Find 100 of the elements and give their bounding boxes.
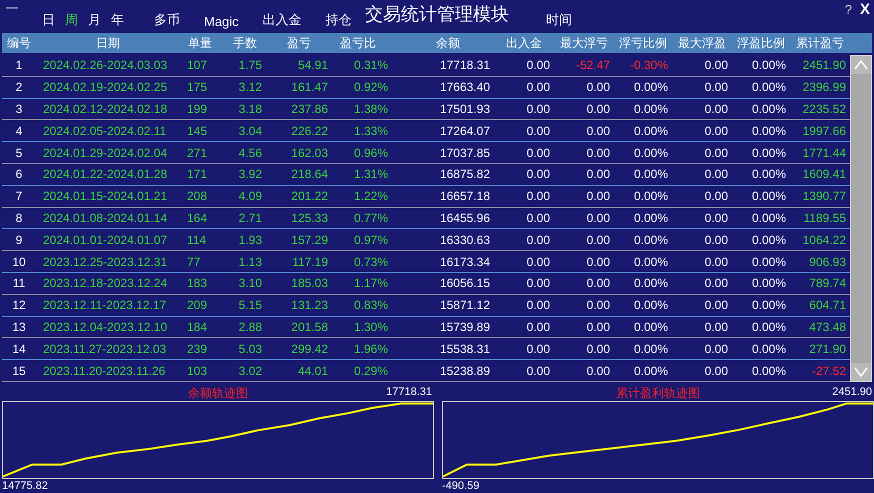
period-tab[interactable]: 周: [65, 11, 78, 29]
table-cell-text: 15871.12: [438, 298, 491, 312]
menu-item[interactable]: Magic: [204, 14, 239, 29]
table-cell-text: 0.00%: [632, 124, 669, 138]
table-cell-text: 218.64: [290, 167, 329, 182]
table-cell-text: 3.10: [238, 276, 263, 290]
table-cell-text: 0.00: [586, 167, 611, 182]
table-cell-text: 0.00: [586, 232, 611, 247]
table-cell-text: 237.86: [290, 102, 329, 116]
column-header: 手数: [232, 34, 258, 52]
chart-title: 余额轨迹图: [188, 386, 248, 400]
menu-item[interactable]: 出入金: [262, 11, 302, 29]
table-cell-text: 0.00: [704, 80, 729, 94]
table-cell-text: 0.00%: [632, 276, 669, 290]
table-cell-text: 0.00: [526, 298, 551, 312]
period-tab[interactable]: 月: [88, 11, 101, 29]
max-value-label: 2451.90: [832, 386, 872, 398]
column-header: 浮盈比例: [736, 34, 786, 52]
table-cell-text: 0.00%: [632, 320, 669, 334]
table-cell-text: 5.15: [238, 298, 263, 312]
table-cell-text: 3: [14, 102, 24, 116]
table-cell-text: 0.00: [526, 342, 551, 356]
help-button[interactable]: ?: [844, 2, 852, 17]
table-cell-text: 114: [186, 232, 208, 247]
table-cell-text: 2023.11.20-2023.11.26: [42, 364, 166, 378]
table-cell-text: 0.00%: [750, 102, 787, 116]
scrollbar[interactable]: [850, 55, 872, 382]
table-cell-text: 17663.40: [438, 80, 491, 94]
table-cell-text: 164: [186, 210, 208, 225]
table-cell-text: 0.00: [704, 276, 729, 290]
table-cell-text: 0.00: [704, 58, 729, 72]
minimize-button[interactable]: —: [6, 0, 18, 14]
table-cell-text: 2235.52: [802, 102, 847, 116]
table-cell-text: 1.93: [238, 232, 263, 247]
table-cell-text: 0.00: [704, 102, 729, 116]
column-header: 日期: [95, 34, 121, 52]
table-cell-text: 1.30%: [353, 320, 390, 334]
table-cell-text: 789.74: [808, 276, 847, 290]
table-cell-text: 0.00: [704, 124, 729, 138]
table-cell-text: 473.48: [808, 320, 847, 334]
table-cell-text: 906.93: [808, 254, 847, 269]
table-cell-text: 4: [14, 124, 24, 138]
table-cell-text: 0.83%: [353, 298, 390, 312]
table-cell-text: 1609.41: [802, 167, 847, 182]
time-label[interactable]: 时间: [546, 11, 572, 29]
close-button[interactable]: X: [860, 1, 870, 18]
table-cell-text: 3.02: [238, 364, 263, 378]
table-cell-text: 271: [186, 146, 208, 160]
table-cell-text: 2024.02.19-2024.02.25: [42, 80, 168, 94]
table-cell-text: 1.22%: [353, 189, 390, 204]
table-cell-text: 0.00%: [632, 210, 669, 225]
column-header: 编号: [6, 34, 32, 52]
table-cell-text: 107: [186, 58, 208, 72]
table-cell-text: 15739.89: [438, 320, 491, 334]
table-cell-text: 125.33: [290, 210, 329, 225]
column-header: 余额: [435, 34, 461, 52]
column-header: 浮亏比例: [618, 34, 668, 52]
table-cell-text: 0.00%: [750, 254, 787, 269]
table-cell-text: 199: [186, 102, 208, 116]
table-cell-text: 0.92%: [353, 80, 390, 94]
table-cell-text: 0.00%: [632, 232, 669, 247]
column-header: 最大浮盈: [677, 34, 727, 52]
table-cell-text: 16657.18: [438, 189, 491, 204]
table-cell-text: 0.00: [586, 189, 611, 204]
table-cell-text: 2024.01.01-2024.01.07: [42, 232, 168, 247]
table-cell-text: 0.00%: [632, 254, 669, 269]
table-cell-text: 0.00%: [632, 146, 669, 160]
table-cell-text: 0.00: [704, 342, 729, 356]
table-cell-text: 77: [186, 254, 202, 269]
table-cell-text: -27.52: [810, 364, 847, 378]
period-tab[interactable]: 年: [111, 11, 124, 29]
period-tab[interactable]: 日: [42, 11, 55, 29]
table-cell-text: 2023.12.04-2023.12.10: [42, 320, 168, 334]
table-cell-text: 1997.66: [802, 124, 847, 138]
table-cell-text: 1: [14, 58, 24, 72]
table-cell-text: 226.22: [290, 124, 329, 138]
table-cell-text: 239: [186, 342, 208, 356]
table-cell-text: 2024.01.22-2024.01.28: [42, 167, 168, 182]
table-cell-text: 2023.12.11-2023.12.17: [42, 298, 168, 312]
table-cell-text: 2024.02.26-2024.03.03: [42, 58, 168, 72]
table-cell-text: 16455.96: [438, 210, 491, 225]
window-title: 交易统计管理模块: [365, 4, 509, 24]
menu-item[interactable]: 多币: [154, 11, 180, 29]
table-cell-text: 2.71: [238, 210, 263, 225]
table-cell-text: 16173.34: [438, 254, 491, 269]
min-value-label: 14775.82: [2, 480, 48, 492]
table-cell-text: 201.22: [290, 189, 329, 204]
table-cell-text: 0.00: [526, 364, 551, 378]
table-cell-text: 0.00%: [750, 210, 787, 225]
menu-item[interactable]: 持仓: [326, 11, 352, 29]
table-cell-text: 0.29%: [353, 364, 390, 378]
table-cell-text: 1.13: [238, 254, 263, 269]
table-cell-text: 17718.31: [438, 58, 491, 72]
table-cell-text: 0.00: [704, 364, 729, 378]
table-cell-text: 2024.02.05-2024.02.11: [42, 124, 168, 138]
table-cell-text: 3.12: [238, 80, 263, 94]
table-cell-text: 0.00: [586, 124, 611, 138]
table-cell-text: 0.00%: [750, 189, 787, 204]
table-cell-text: 0.00: [704, 146, 729, 160]
table-cell-text: 16056.15: [438, 276, 491, 290]
